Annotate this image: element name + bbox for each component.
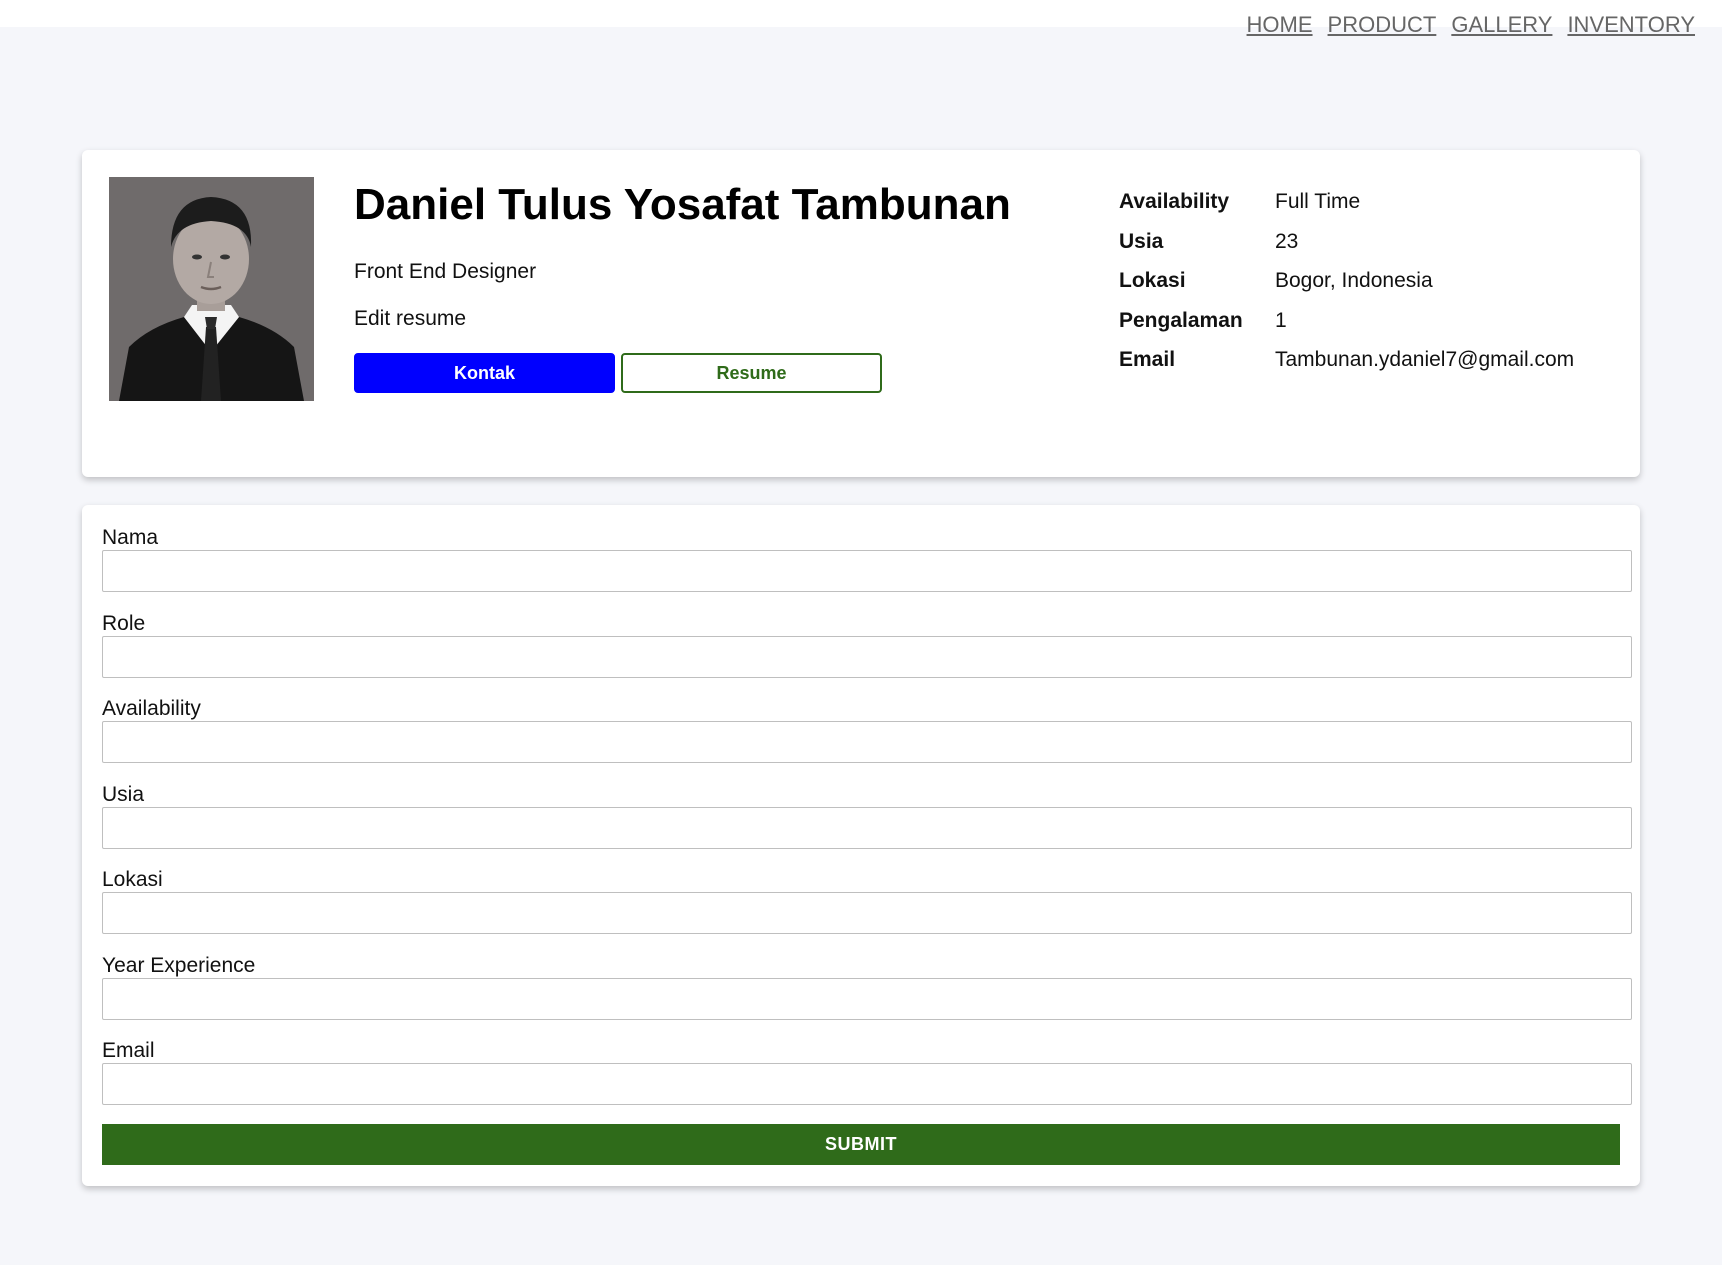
- field-email: Email: [102, 1039, 1632, 1105]
- nama-input[interactable]: [102, 550, 1632, 592]
- profile-name: Daniel Tulus Yosafat Tambunan: [354, 180, 1011, 229]
- submit-button[interactable]: SUBMIT: [102, 1124, 1620, 1165]
- role-input[interactable]: [102, 635, 1632, 678]
- field-lokasi: Lokasi: [102, 868, 1632, 934]
- info-value: Bogor, Indonesia: [1275, 269, 1433, 293]
- info-value: 1: [1275, 308, 1287, 332]
- info-row-experience: Pengalaman 1: [1119, 309, 1574, 349]
- nav-link-product[interactable]: PRODUCT: [1328, 12, 1437, 38]
- info-row-age: Usia 23: [1119, 230, 1574, 270]
- field-label: Usia: [102, 782, 145, 806]
- field-nama: Nama: [102, 526, 1632, 592]
- info-value: 23: [1275, 229, 1299, 253]
- info-label: Lokasi: [1119, 269, 1186, 293]
- field-usia: Usia: [102, 783, 1632, 849]
- profile-info-list: Availability Full Time Usia 23 Lokasi Bo…: [1119, 190, 1574, 388]
- nav-links: HOME PRODUCT GALLERY INVENTORY: [1247, 12, 1695, 38]
- availability-input[interactable]: [102, 721, 1632, 763]
- contact-button[interactable]: Kontak: [354, 353, 615, 393]
- profile-role: Front End Designer: [354, 260, 537, 283]
- email-input[interactable]: [102, 1063, 1632, 1105]
- field-label: Lokasi: [102, 868, 163, 891]
- profile-card: Daniel Tulus Yosafat Tambunan Front End …: [82, 150, 1640, 477]
- field-label: Role: [102, 611, 146, 635]
- profile-photo: [109, 177, 314, 401]
- info-row-email: Email Tambunan.ydaniel7@gmail.com: [1119, 348, 1574, 388]
- profile-photo-image: [109, 177, 314, 401]
- resume-button[interactable]: Resume: [621, 353, 882, 393]
- field-label: Nama: [102, 526, 159, 549]
- field-label: Email: [102, 1039, 155, 1062]
- info-label: Email: [1119, 348, 1176, 372]
- edit-resume-link[interactable]: Edit resume: [354, 307, 466, 331]
- info-label: Pengalaman: [1119, 308, 1243, 332]
- nav-link-home[interactable]: HOME: [1247, 12, 1313, 38]
- info-label: Availability: [1119, 190, 1230, 213]
- field-role: Role: [102, 612, 1632, 678]
- info-value: Full Time: [1275, 190, 1361, 213]
- usia-input[interactable]: [102, 806, 1632, 849]
- nav-link-gallery[interactable]: GALLERY: [1451, 12, 1552, 38]
- top-navigation: HOME PRODUCT GALLERY INVENTORY: [0, 0, 1722, 37]
- info-label: Usia: [1119, 229, 1164, 253]
- info-row-availability: Availability Full Time: [1119, 190, 1574, 230]
- lokasi-input[interactable]: [102, 892, 1632, 934]
- field-availability: Availability: [102, 697, 1632, 763]
- edit-resume-form: Nama Role Availability Usia Lokasi Year …: [82, 505, 1640, 1186]
- nav-link-inventory[interactable]: INVENTORY: [1567, 12, 1695, 38]
- field-label: Year Experience: [102, 953, 256, 977]
- field-year-experience: Year Experience: [102, 954, 1632, 1020]
- info-row-location: Lokasi Bogor, Indonesia: [1119, 269, 1574, 309]
- field-label: Availability: [102, 697, 201, 720]
- year-experience-input[interactable]: [102, 977, 1632, 1020]
- info-value: Tambunan.ydaniel7@gmail.com: [1275, 348, 1575, 372]
